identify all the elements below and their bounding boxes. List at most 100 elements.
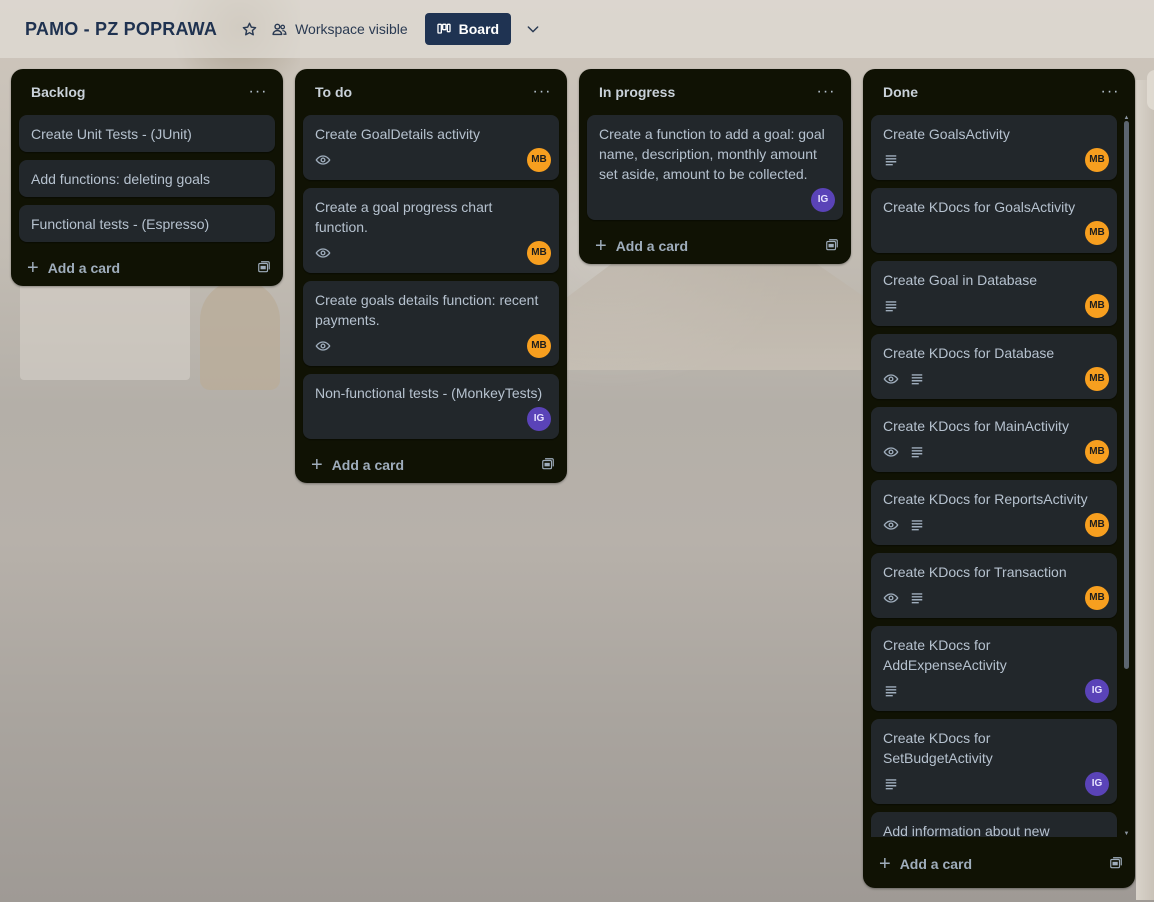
card-title: Create GoalDetails activity	[315, 126, 480, 142]
create-from-template-button[interactable]	[541, 457, 555, 474]
scroll-thumb[interactable]	[1124, 121, 1129, 669]
avatar[interactable]: IG	[1085, 772, 1109, 796]
next-list-peek[interactable]	[1147, 70, 1154, 110]
template-icon	[826, 238, 838, 250]
list-header: To do ···	[295, 69, 567, 115]
card[interactable]: Non-functional tests - (MonkeyTests) IG	[303, 374, 559, 439]
add-card-row: + Add a card	[863, 846, 1135, 882]
card-badges	[315, 148, 547, 172]
star-button[interactable]	[237, 17, 261, 41]
eye-icon	[883, 444, 899, 460]
avatar[interactable]: MB	[527, 148, 551, 172]
create-from-template-button[interactable]	[825, 238, 839, 255]
list-more-button[interactable]: ···	[529, 79, 555, 105]
card[interactable]: Create a function to add a goal: goal na…	[587, 115, 843, 220]
list-title[interactable]: Backlog	[31, 84, 85, 100]
card[interactable]: Create KDocs for GoalsActivity MB	[871, 188, 1117, 253]
card[interactable]: Add functions: deleting goals	[19, 160, 275, 197]
list-backlog: Backlog ··· Create Unit Tests - (JUnit) …	[11, 69, 283, 286]
eye-icon	[315, 245, 331, 261]
background-wall	[1136, 80, 1154, 900]
add-card-row: + Add a card	[579, 228, 851, 264]
list-title[interactable]: Done	[883, 84, 918, 100]
card-badges	[883, 679, 1105, 703]
eye-icon	[883, 590, 899, 606]
card-list-scroll[interactable]: Create GoalsActivity MB Create KDocs for…	[863, 115, 1135, 837]
card-title: Create a goal progress chart function.	[315, 199, 493, 235]
avatar[interactable]: IG	[527, 407, 551, 431]
avatar[interactable]: MB	[527, 334, 551, 358]
card[interactable]: Create Unit Tests - (JUnit)	[19, 115, 275, 152]
add-card-row: + Add a card	[11, 250, 283, 286]
avatar[interactable]: MB	[1085, 513, 1109, 537]
list-more-button[interactable]: ···	[1097, 79, 1123, 105]
template-icon	[258, 260, 270, 272]
card[interactable]: Create GoalsActivity MB	[871, 115, 1117, 180]
card[interactable]: Create Goal in Database MB	[871, 261, 1117, 326]
list-scrollbar[interactable]: ▲ ▼	[1123, 115, 1130, 837]
list-title[interactable]: To do	[315, 84, 352, 100]
avatar[interactable]: MB	[1085, 440, 1109, 464]
add-card-button[interactable]: + Add a card	[879, 854, 972, 874]
add-card-button[interactable]: + Add a card	[27, 258, 120, 278]
card-list: Create a function to add a goal: goal na…	[579, 115, 851, 220]
card-title: Create KDocs for Transaction	[883, 564, 1067, 580]
card[interactable]: Create a goal progress chart function. M…	[303, 188, 559, 273]
avatar[interactable]: MB	[1085, 221, 1109, 245]
list-done: Done ··· Create GoalsActivity MB Create …	[863, 69, 1135, 888]
card-badges	[883, 440, 1105, 464]
list-more-button[interactable]: ···	[245, 79, 271, 105]
avatar[interactable]: MB	[1085, 294, 1109, 318]
card-title: Create Goal in Database	[883, 272, 1038, 288]
switch-view-button[interactable]	[523, 19, 543, 39]
background-chair	[20, 270, 190, 380]
add-card-button[interactable]: + Add a card	[311, 455, 404, 475]
card-title: Create KDocs for GoalsActivity	[883, 199, 1076, 215]
create-from-template-button[interactable]	[257, 260, 271, 277]
card-title: Create KDocs for ReportsActivity	[883, 491, 1088, 507]
card[interactable]: Create goals details function: recent pa…	[303, 281, 559, 366]
card[interactable]: Create KDocs for MainActivity MB	[871, 407, 1117, 472]
description-icon	[883, 683, 899, 699]
card-title: Create a function to add a goal: goal na…	[599, 126, 825, 182]
list-more-button[interactable]: ···	[813, 79, 839, 105]
background-post	[200, 280, 280, 390]
more-icon: ···	[816, 83, 836, 100]
card[interactable]: Create GoalDetails activity MB	[303, 115, 559, 180]
card[interactable]: Add information about new functionality …	[871, 812, 1117, 837]
avatar[interactable]: MB	[1085, 586, 1109, 610]
add-card-button[interactable]: + Add a card	[595, 236, 688, 256]
avatar[interactable]: MB	[1085, 148, 1109, 172]
eye-icon	[883, 371, 899, 387]
card-badges	[883, 294, 1105, 318]
avatar[interactable]: IG	[1085, 679, 1109, 703]
board-view-button[interactable]: Board	[424, 13, 512, 45]
star-icon	[242, 22, 256, 35]
list-title[interactable]: In progress	[599, 84, 675, 100]
eye-icon	[883, 517, 899, 533]
visibility-button[interactable]: Workspace visible	[271, 21, 408, 38]
card[interactable]: Create KDocs for AddExpenseActivity IG	[871, 626, 1117, 711]
avatar[interactable]: IG	[811, 188, 835, 212]
card[interactable]: Create KDocs for Database MB	[871, 334, 1117, 399]
card-title: Create KDocs for MainActivity	[883, 418, 1069, 434]
description-icon	[909, 371, 925, 387]
template-icon	[542, 457, 554, 469]
card-badges	[883, 513, 1105, 537]
card[interactable]: Create KDocs for Transaction MB	[871, 553, 1117, 618]
board-title[interactable]: PAMO - PZ POPRAWA	[25, 19, 217, 40]
avatar[interactable]: MB	[527, 241, 551, 265]
card[interactable]: Functional tests - (Espresso)	[19, 205, 275, 242]
card-badges	[883, 772, 1105, 796]
plus-icon: +	[595, 235, 607, 257]
card-title: Create Unit Tests - (JUnit)	[31, 126, 192, 142]
add-card-label: Add a card	[899, 856, 973, 872]
card[interactable]: Create KDocs for SetBudgetActivity IG	[871, 719, 1117, 804]
description-icon	[909, 590, 925, 606]
avatar[interactable]: MB	[1085, 367, 1109, 391]
plus-icon: +	[879, 853, 891, 875]
card[interactable]: Create KDocs for ReportsActivity MB	[871, 480, 1117, 545]
create-from-template-button[interactable]	[1109, 856, 1123, 873]
list-header: In progress ···	[579, 69, 851, 115]
scroll-down-arrow[interactable]: ▼	[1123, 831, 1130, 837]
